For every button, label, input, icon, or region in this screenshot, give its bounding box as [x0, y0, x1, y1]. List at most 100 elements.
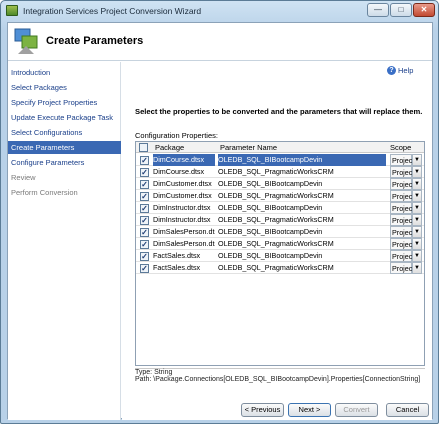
- column-header-parameter-name[interactable]: Parameter Name: [220, 142, 277, 153]
- row-checkbox[interactable]: ✓: [140, 252, 149, 261]
- row-checkbox[interactable]: ✓: [140, 168, 149, 177]
- sidebar-item-review: Review: [11, 173, 36, 182]
- parameter-name-cell[interactable]: OLEDB_SQL_PragmaticWorksCRM: [218, 262, 386, 274]
- chevron-down-icon[interactable]: ▼: [412, 154, 422, 166]
- scope-dropdown-value[interactable]: Project: [390, 250, 414, 262]
- scope-dropdown-value[interactable]: Project: [390, 166, 414, 178]
- package-cell: DimCourse.dtsx: [153, 154, 215, 166]
- chevron-down-icon[interactable]: ▼: [412, 262, 422, 274]
- sidebar-item-configure-parameters[interactable]: Configure Parameters: [8, 156, 121, 169]
- title-bar[interactable]: Integration Services Project Conversion …: [1, 1, 438, 21]
- package-cell: DimSalesPerson.dtsx: [153, 239, 215, 248]
- package-cell: DimCustomer.dtsx: [153, 191, 212, 200]
- sidebar-item-specify-project-properties[interactable]: Specify Project Properties: [8, 96, 121, 109]
- sidebar-item-perform-conversion: Perform Conversion: [11, 188, 78, 197]
- property-path-text: Path: \Package.Connections[OLEDB_SQL_BIB…: [135, 376, 421, 383]
- chevron-down-icon[interactable]: ▼: [412, 238, 422, 250]
- row-checkbox[interactable]: ✓: [140, 192, 149, 201]
- sidebar-item-select-packages[interactable]: Select Packages: [8, 81, 121, 94]
- row-checkbox[interactable]: ✓: [140, 228, 149, 237]
- property-details-pane: Type: String Path: \Package.Connections[…: [135, 368, 425, 395]
- grid-header: Package Parameter Name Scope: [136, 142, 424, 153]
- chevron-down-icon[interactable]: ▼: [412, 190, 422, 202]
- scope-dropdown-value[interactable]: Project: [390, 262, 414, 274]
- scope-dropdown-value[interactable]: Project: [390, 226, 414, 238]
- scope-dropdown-value[interactable]: Project: [390, 154, 414, 166]
- maximize-button[interactable]: □: [390, 3, 412, 17]
- table-row[interactable]: ✓ DimCourse.dtsx OLEDB_SQL_BIBootcampDev…: [136, 154, 424, 166]
- page-header: Create Parameters: [8, 23, 432, 61]
- wizard-window: Integration Services Project Conversion …: [0, 0, 439, 424]
- package-cell: DimCustomer.dtsx: [153, 179, 212, 188]
- package-cell: DimInstructor.dtsx: [153, 203, 211, 212]
- chevron-down-icon[interactable]: ▼: [412, 250, 422, 262]
- table-row[interactable]: ✓ DimInstructor.dtsx OLEDB_SQL_Pragmatic…: [136, 214, 424, 226]
- close-button[interactable]: ✕: [413, 3, 435, 17]
- row-checkbox[interactable]: ✓: [140, 240, 149, 249]
- chevron-down-icon[interactable]: ▼: [412, 226, 422, 238]
- configuration-properties-grid[interactable]: Package Parameter Name Scope ✓ DimCourse…: [135, 141, 425, 366]
- scope-dropdown-value[interactable]: Project: [390, 214, 414, 226]
- chevron-down-icon[interactable]: ▼: [412, 202, 422, 214]
- wizard-icon: [14, 28, 38, 54]
- scope-dropdown-value[interactable]: Project: [390, 238, 414, 250]
- parameter-name-cell[interactable]: OLEDB_SQL_PragmaticWorksCRM: [218, 238, 386, 250]
- parameter-name-cell[interactable]: OLEDB_SQL_PragmaticWorksCRM: [218, 190, 386, 202]
- sidebar-item-select-configurations[interactable]: Select Configurations: [8, 126, 121, 139]
- minimize-button[interactable]: —: [367, 3, 389, 17]
- property-type-text: Type: String: [135, 369, 173, 376]
- table-row[interactable]: ✓ FactSales.dtsx OLEDB_SQL_PragmaticWork…: [136, 262, 424, 274]
- package-cell: DimCourse.dtsx: [153, 167, 205, 176]
- parameter-name-cell[interactable]: OLEDB_SQL_BIBootcampDevin: [218, 202, 386, 214]
- parameter-name-cell[interactable]: OLEDB_SQL_BIBootcampDevin: [218, 154, 386, 166]
- table-row[interactable]: ✓ DimSalesPerson.dtsx OLEDB_SQL_BIBootca…: [136, 226, 424, 238]
- app-icon: [6, 5, 18, 16]
- package-cell: FactSales.dtsx: [153, 251, 201, 260]
- wizard-footer: < Previous Next > Convert Cancel: [122, 399, 432, 420]
- help-link[interactable]: ? Help: [387, 66, 413, 75]
- parameter-name-cell[interactable]: OLEDB_SQL_BIBootcampDevin: [218, 178, 386, 190]
- previous-button[interactable]: < Previous: [241, 403, 284, 417]
- column-header-package[interactable]: Package: [155, 142, 184, 153]
- configuration-properties-label: Configuration Properties:: [135, 131, 218, 140]
- table-row[interactable]: ✓ DimCustomer.dtsx OLEDB_SQL_BIBootcampD…: [136, 178, 424, 190]
- table-row[interactable]: ✓ DimInstructor.dtsx OLEDB_SQL_BIBootcam…: [136, 202, 424, 214]
- parameter-name-cell[interactable]: OLEDB_SQL_BIBootcampDevin: [218, 250, 386, 262]
- table-row[interactable]: ✓ DimSalesPerson.dtsx OLEDB_SQL_Pragmati…: [136, 238, 424, 250]
- select-all-checkbox[interactable]: [139, 143, 148, 152]
- convert-button: Convert: [335, 403, 378, 417]
- instruction-text: Select the properties to be converted an…: [135, 107, 423, 116]
- package-cell: DimInstructor.dtsx: [153, 215, 211, 224]
- sidebar-item-update-execute-package-task[interactable]: Update Execute Package Task: [8, 111, 121, 124]
- help-icon[interactable]: ?: [387, 66, 396, 75]
- chevron-down-icon[interactable]: ▼: [412, 178, 422, 190]
- row-checkbox[interactable]: ✓: [140, 156, 149, 165]
- scope-dropdown-value[interactable]: Project: [390, 178, 414, 190]
- table-row[interactable]: ✓ DimCustomer.dtsx OLEDB_SQL_PragmaticWo…: [136, 190, 424, 202]
- chevron-down-icon[interactable]: ▼: [412, 214, 422, 226]
- help-label[interactable]: Help: [398, 66, 413, 75]
- row-checkbox[interactable]: ✓: [140, 264, 149, 273]
- wizard-steps-sidebar: Introduction Select Packages Specify Pro…: [8, 62, 121, 420]
- row-checkbox[interactable]: ✓: [140, 216, 149, 225]
- column-header-scope[interactable]: Scope: [390, 142, 411, 153]
- sidebar-item-introduction[interactable]: Introduction: [8, 66, 121, 79]
- parameter-name-cell[interactable]: OLEDB_SQL_BIBootcampDevin: [218, 226, 386, 238]
- row-checkbox[interactable]: ✓: [140, 180, 149, 189]
- parameter-name-cell[interactable]: OLEDB_SQL_PragmaticWorksCRM: [218, 166, 386, 178]
- scope-dropdown-value[interactable]: Project: [390, 202, 414, 214]
- package-cell: FactSales.dtsx: [153, 263, 201, 272]
- table-row[interactable]: ✓ DimCourse.dtsx OLEDB_SQL_PragmaticWork…: [136, 166, 424, 178]
- table-row[interactable]: ✓ FactSales.dtsx OLEDB_SQL_BIBootcampDev…: [136, 250, 424, 262]
- package-cell: DimSalesPerson.dtsx: [153, 227, 215, 236]
- parameter-name-cell[interactable]: OLEDB_SQL_PragmaticWorksCRM: [218, 214, 386, 226]
- page-title: Create Parameters: [46, 35, 144, 47]
- cancel-button[interactable]: Cancel: [386, 403, 429, 417]
- row-checkbox[interactable]: ✓: [140, 204, 149, 213]
- window-title: Integration Services Project Conversion …: [23, 6, 202, 16]
- main-content: ? Help Select the properties to be conve…: [122, 62, 432, 420]
- next-button[interactable]: Next >: [288, 403, 331, 417]
- sidebar-item-create-parameters[interactable]: Create Parameters: [8, 141, 121, 154]
- chevron-down-icon[interactable]: ▼: [412, 166, 422, 178]
- scope-dropdown-value[interactable]: Project: [390, 190, 414, 202]
